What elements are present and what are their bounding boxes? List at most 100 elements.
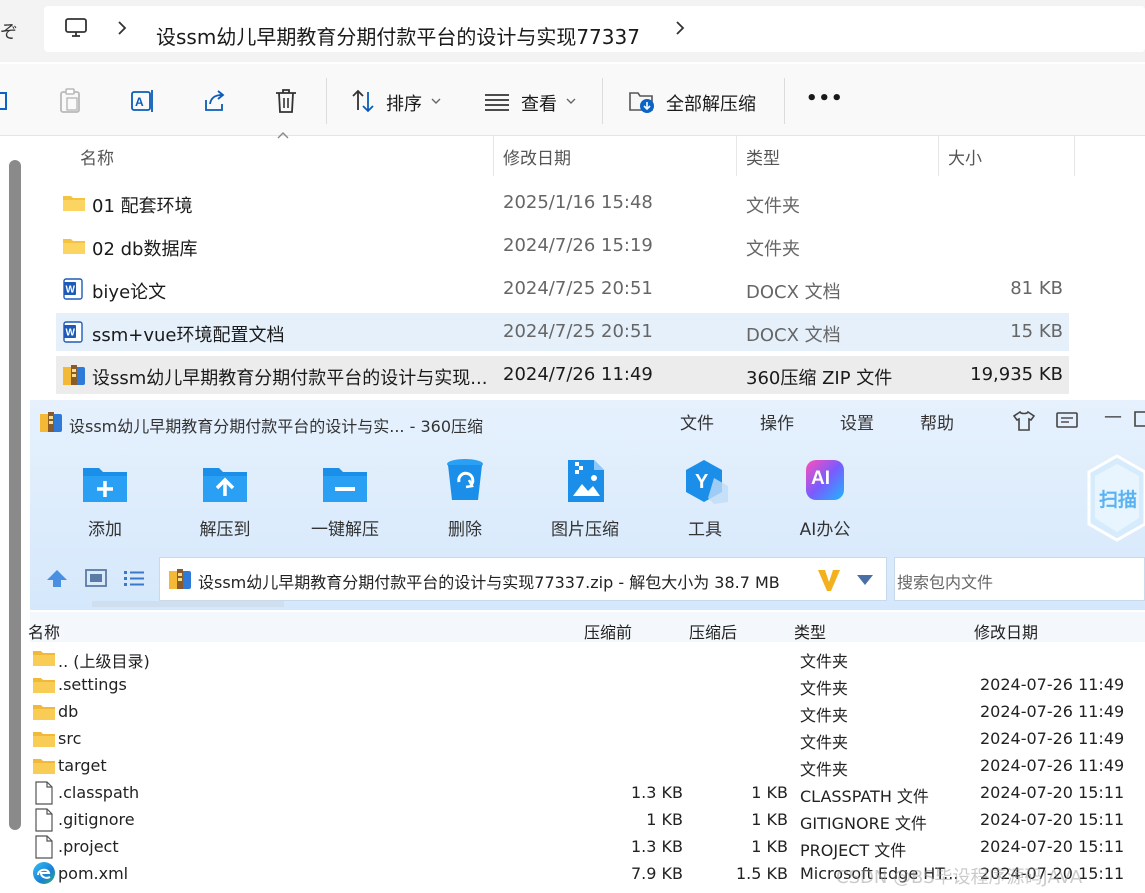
file-name: 02 db数据库 — [92, 239, 198, 260]
entry-modified: 2024-07-20 15:11 — [980, 837, 1125, 856]
file-modified: 2024/7/26 15:19 — [503, 235, 653, 256]
extract-to-icon[interactable] — [201, 462, 249, 504]
column-header-type[interactable]: 类型 — [746, 144, 780, 169]
column-header-type[interactable]: 类型 — [794, 619, 826, 643]
file-row-selected[interactable]: 设ssm幼儿早期教育分期付款平台的设计与实现... 2024/7/26 11:4… — [56, 356, 1069, 394]
one-click-extract-icon[interactable] — [321, 462, 369, 504]
column-header-name[interactable]: 名称 — [28, 619, 60, 643]
share-icon[interactable] — [202, 88, 228, 114]
file-icon — [34, 808, 54, 832]
file-row[interactable]: W biye论文 2024/7/25 20:51 DOCX 文档 81 KB — [56, 270, 1069, 308]
verified-v-icon[interactable] — [816, 567, 842, 593]
new-item-fragment-icon[interactable] — [0, 90, 10, 112]
paste-icon[interactable] — [58, 88, 82, 114]
archive-row[interactable]: .classpath 1.3 KB 1 KB CLASSPATH 文件 2024… — [30, 779, 1145, 806]
scan-button[interactable]: 扫描 — [1083, 452, 1145, 544]
ai-office-icon[interactable]: AI — [804, 458, 846, 502]
menu-settings[interactable]: 设置 — [840, 409, 874, 434]
entry-type: PROJECT 文件 — [800, 841, 907, 860]
column-header-after[interactable]: 压缩后 — [689, 619, 737, 643]
file-size: 15 KB — [1010, 321, 1063, 342]
toolbar-divider — [602, 78, 603, 124]
thumbnail-view-icon[interactable] — [85, 568, 107, 588]
extract-all-icon[interactable] — [628, 88, 656, 114]
file-size: 19,935 KB — [970, 364, 1063, 385]
more-options-button[interactable]: ••• — [806, 88, 844, 109]
file-row[interactable]: 02 db数据库 2024/7/26 15:19 文件夹 — [56, 227, 1069, 265]
rename-icon[interactable]: A — [130, 88, 156, 114]
entry-name: src — [58, 729, 82, 748]
delete-button-label[interactable]: 删除 — [410, 515, 520, 540]
sort-chevron-down-icon[interactable] — [430, 97, 442, 105]
maximize-fragment-icon[interactable] — [1134, 411, 1145, 427]
up-level-icon[interactable] — [46, 568, 68, 588]
add-icon[interactable] — [81, 462, 129, 504]
file-row[interactable]: 01 配套环境 2025/1/16 15:48 文件夹 — [56, 184, 1069, 222]
entry-modified: 2024-07-26 11:49 — [980, 675, 1125, 694]
menu-file[interactable]: 文件 — [680, 409, 714, 434]
search-in-archive-input[interactable]: 搜索包内文件 — [894, 557, 1145, 601]
file-type: 360压缩 ZIP 文件 — [746, 368, 893, 389]
window-title: 设ssm幼儿早期教育分期付款平台的设计与实... - 360压缩 — [69, 417, 484, 436]
column-header-modified[interactable]: 修改日期 — [503, 144, 571, 169]
address-bar-area: ぞ 设ssm幼儿早期教育分期付款平台的设计与实现77337 — [0, 0, 1145, 62]
ai-badge-text: AI — [811, 468, 830, 489]
entry-name: .project — [58, 837, 119, 856]
skin-shirt-icon[interactable] — [1012, 410, 1036, 432]
entry-after: 1 KB — [751, 783, 788, 802]
column-divider[interactable] — [1074, 136, 1075, 176]
tools-icon[interactable]: Y — [684, 458, 730, 506]
archive-row[interactable]: .project 1.3 KB 1 KB PROJECT 文件 2024-07-… — [30, 833, 1145, 860]
one-click-extract-button-label[interactable]: 一键解压 — [290, 515, 400, 540]
archive-row[interactable]: db 文件夹 2024-07-26 11:49 — [30, 698, 1145, 725]
back-fragment-icon[interactable]: ぞ — [0, 18, 18, 44]
file-row-hovered[interactable]: W ssm+vue环境配置文档 2024/7/25 20:51 DOCX 文档 … — [56, 313, 1069, 351]
archive-row[interactable]: .settings 文件夹 2024-07-26 11:49 — [30, 671, 1145, 698]
feedback-icon[interactable] — [1056, 411, 1078, 431]
extract-to-button-label[interactable]: 解压到 — [170, 515, 280, 540]
menu-operation[interactable]: 操作 — [760, 409, 794, 434]
menu-help[interactable]: 帮助 — [920, 409, 954, 434]
delete-icon[interactable] — [274, 88, 298, 114]
archive-path-bar[interactable]: 设ssm幼儿早期教育分期付款平台的设计与实现77337.zip - 解包大小为 … — [159, 557, 887, 601]
column-header-before[interactable]: 压缩前 — [584, 619, 632, 643]
ai-office-button-label[interactable]: AI办公 — [770, 515, 880, 540]
view-icon[interactable] — [484, 92, 510, 112]
column-divider[interactable] — [938, 136, 939, 176]
add-button-label[interactable]: 添加 — [50, 515, 160, 540]
column-header-size[interactable]: 大小 — [948, 144, 982, 169]
sort-icon[interactable] — [350, 88, 376, 114]
path-dropdown-icon[interactable] — [856, 574, 874, 586]
view-button[interactable]: 查看 — [521, 90, 557, 116]
entry-name: db — [58, 702, 79, 721]
folder-icon — [32, 675, 56, 695]
address-bar[interactable]: 设ssm幼儿早期教育分期付款平台的设计与实现77337 — [44, 6, 1145, 52]
image-compress-button-label[interactable]: 图片压缩 — [530, 515, 640, 540]
search-placeholder: 搜索包内文件 — [897, 573, 994, 592]
breadcrumb-current-folder[interactable]: 设ssm幼儿早期教育分期付款平台的设计与实现77337 — [156, 21, 640, 50]
entry-modified: 2024-07-20 15:11 — [980, 810, 1125, 829]
column-header-modified[interactable]: 修改日期 — [974, 619, 1038, 643]
image-compress-icon[interactable] — [566, 458, 606, 504]
tools-button-label[interactable]: 工具 — [650, 515, 760, 540]
this-pc-icon[interactable] — [64, 17, 88, 39]
file-name: 01 配套环境 — [92, 196, 193, 217]
archive-row[interactable]: target 文件夹 2024-07-26 11:49 — [30, 752, 1145, 779]
archive-row[interactable]: .. (上级目录) 文件夹 — [30, 644, 1145, 671]
column-header-name[interactable]: 名称 — [80, 144, 114, 169]
breadcrumb-chevron-icon[interactable] — [674, 20, 686, 36]
column-divider[interactable] — [736, 136, 737, 176]
minimize-button[interactable]: — — [1104, 406, 1122, 427]
delete-recycle-icon[interactable] — [445, 458, 485, 504]
archive-row[interactable]: .gitignore 1 KB 1 KB GITIGNORE 文件 2024-0… — [30, 806, 1145, 833]
entry-type: CLASSPATH 文件 — [800, 787, 929, 806]
column-divider[interactable] — [493, 136, 494, 176]
sort-button[interactable]: 排序 — [386, 90, 422, 116]
list-view-icon[interactable] — [123, 568, 145, 588]
file-modified: 2024/7/25 20:51 — [503, 278, 653, 299]
chevron-right-icon[interactable] — [116, 20, 128, 36]
archive-row[interactable]: src 文件夹 2024-07-26 11:49 — [30, 725, 1145, 752]
vertical-scrollbar[interactable] — [9, 160, 21, 830]
extract-all-button[interactable]: 全部解压缩 — [666, 90, 756, 116]
view-chevron-down-icon[interactable] — [565, 97, 577, 105]
